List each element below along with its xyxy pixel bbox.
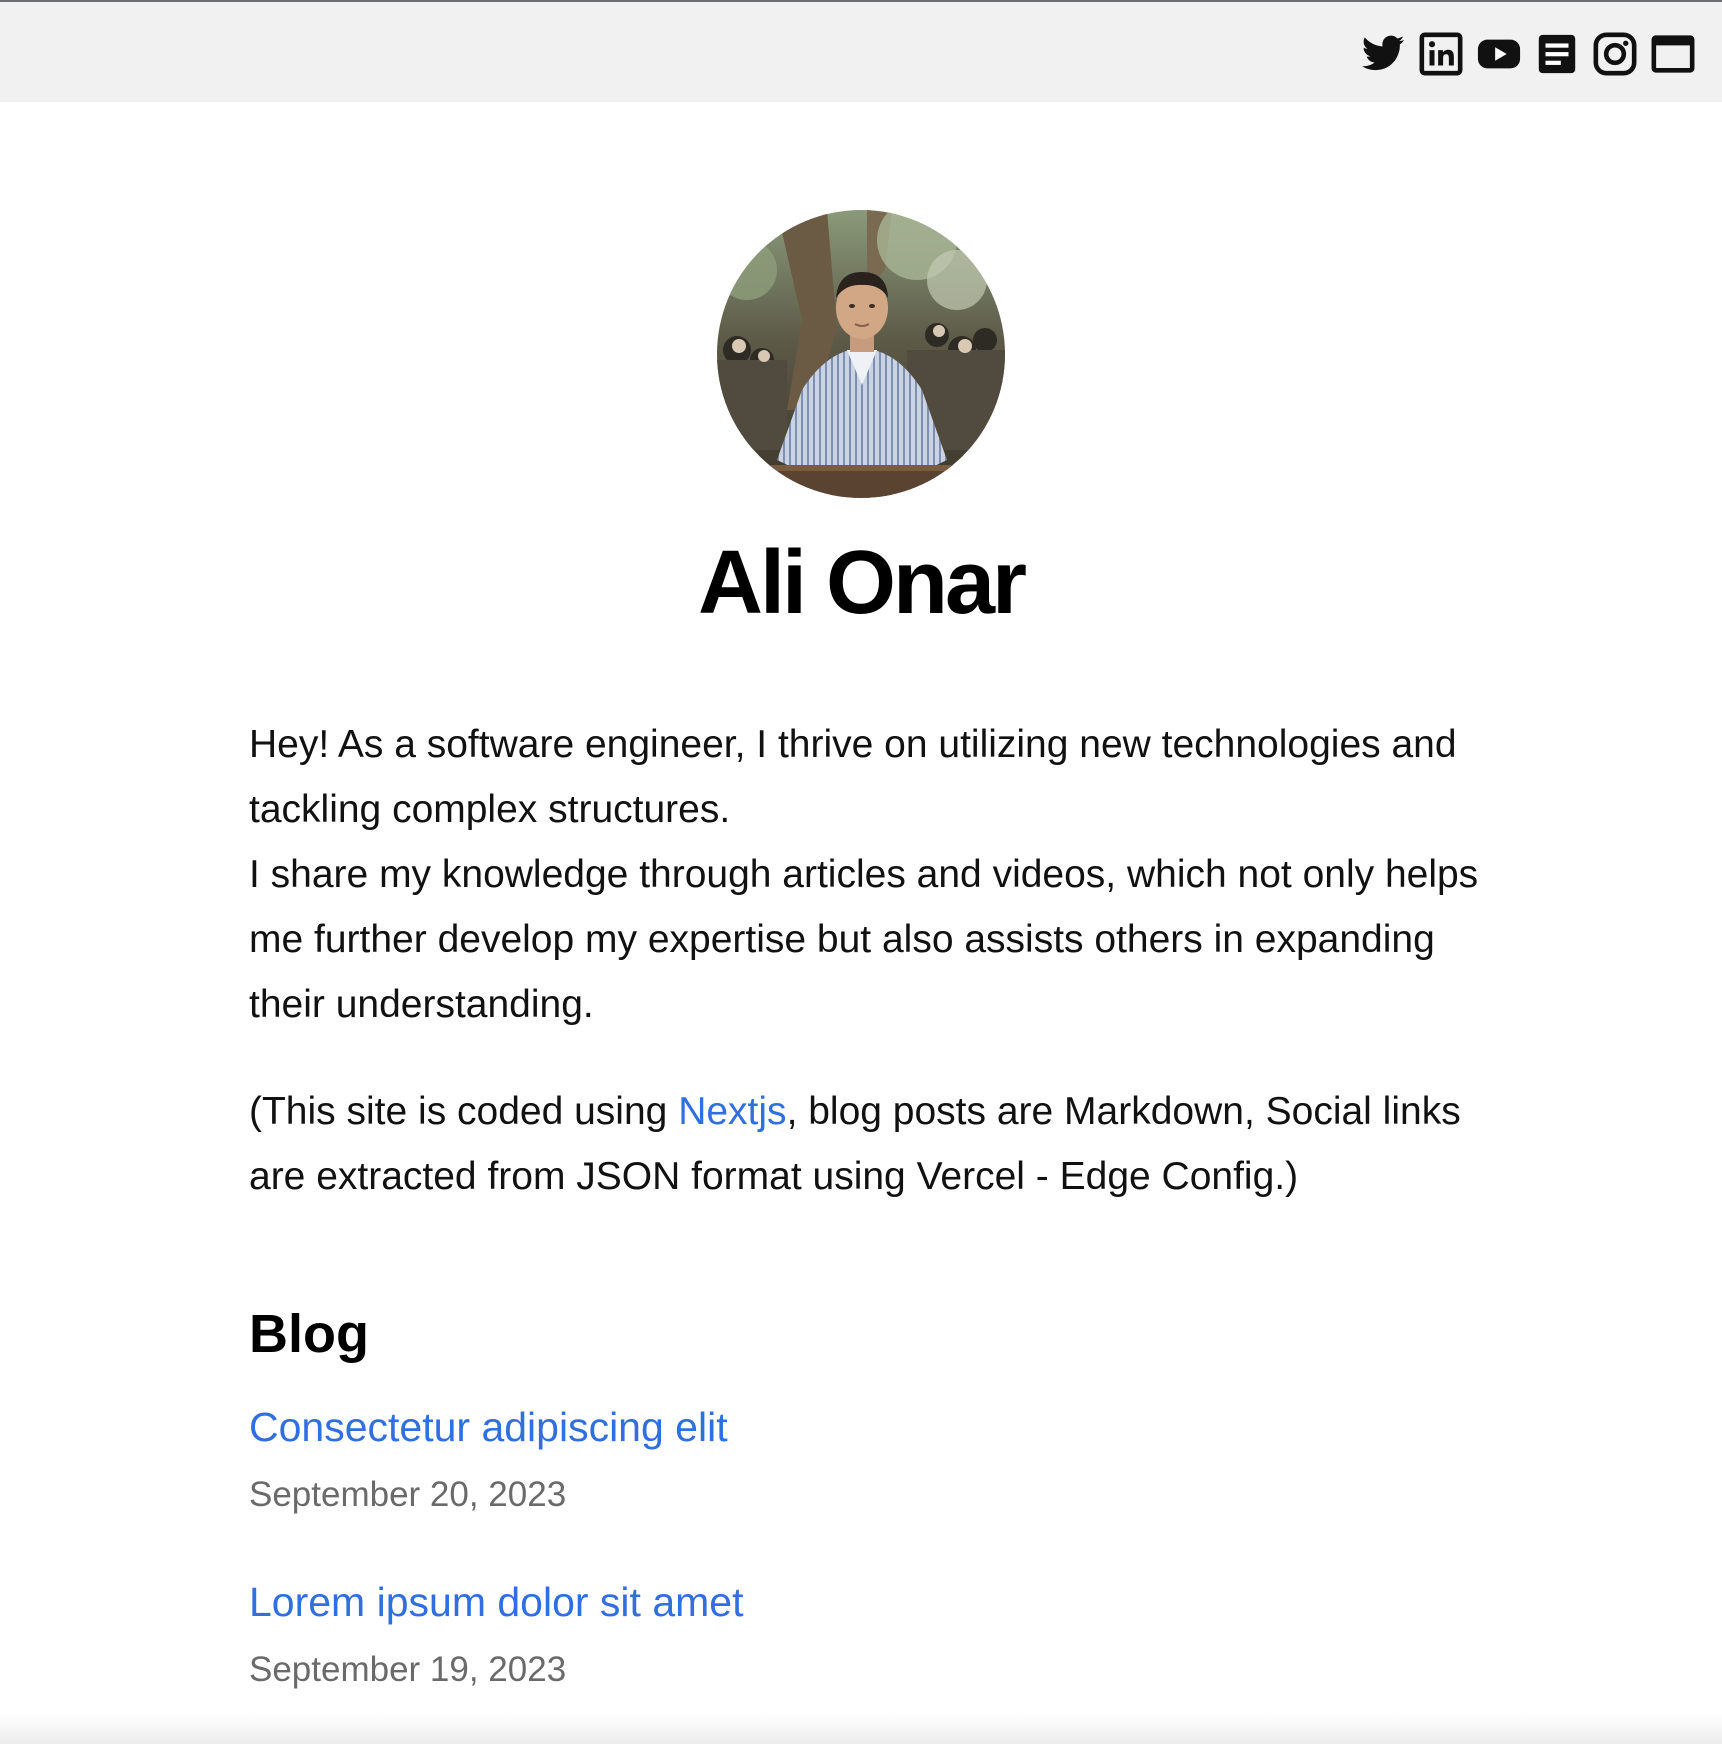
blog-post-link[interactable]: Lorem ipsum dolor sit amet (249, 1577, 1249, 1627)
twitter-icon (1361, 35, 1405, 71)
site-note: (This site is coded using Nextjs, blog p… (249, 1079, 1489, 1209)
window-bottom-edge (0, 1714, 1722, 1744)
instagram-link[interactable] (1592, 31, 1638, 77)
post-date: September 19, 2023 (249, 1650, 567, 1689)
linkedin-icon (1419, 32, 1463, 76)
articles-link[interactable] (1534, 31, 1580, 77)
top-navigation-bar (0, 0, 1722, 102)
linkedin-link[interactable] (1418, 31, 1464, 77)
page-title: Ali Onar (697, 533, 1027, 633)
social-links (1360, 31, 1696, 77)
window-icon (1651, 35, 1695, 73)
blog-post-list: Consectetur adipiscing elit September 20… (249, 1402, 1249, 1752)
bio-line-1: Hey! As a software engineer, I thrive on… (249, 723, 1457, 831)
medium-icon (1538, 34, 1576, 74)
youtube-link[interactable] (1476, 31, 1522, 77)
website-link[interactable] (1650, 31, 1696, 77)
blog-post-link[interactable]: Consectetur adipiscing elit (249, 1402, 1249, 1452)
blog-heading: Blog (249, 1304, 369, 1364)
bio-line-2: I share my knowledge through articles an… (249, 853, 1479, 1026)
list-item: Consectetur adipiscing elit September 20… (249, 1402, 1249, 1577)
site-note-prefix: (This site is coded using (249, 1090, 679, 1133)
instagram-icon (1593, 32, 1637, 76)
nextjs-link[interactable]: Nextjs (678, 1090, 786, 1133)
profile-photo (717, 210, 1005, 498)
post-date: September 20, 2023 (249, 1475, 567, 1514)
bio-paragraph: Hey! As a software engineer, I thrive on… (249, 712, 1489, 1037)
twitter-link[interactable] (1360, 31, 1406, 77)
bio-section: Hey! As a software engineer, I thrive on… (249, 712, 1489, 1209)
avatar (717, 210, 1005, 498)
youtube-icon (1477, 39, 1521, 69)
